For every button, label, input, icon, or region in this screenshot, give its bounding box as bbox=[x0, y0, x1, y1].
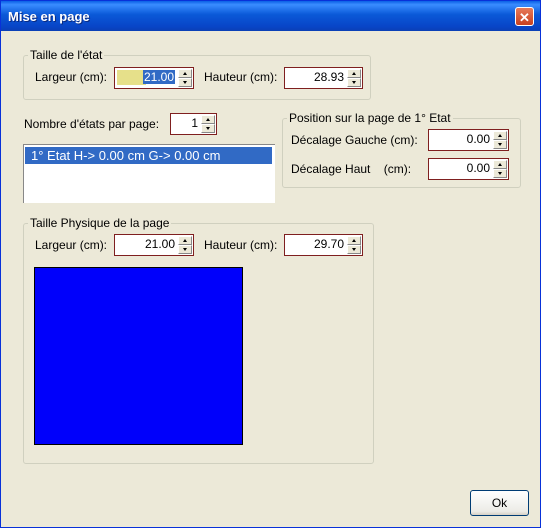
page-width-spin-buttons bbox=[178, 236, 192, 254]
reports-per-page-spinner[interactable]: 1 bbox=[170, 113, 217, 135]
page-setup-dialog: Mise en page ✕ Taille de l'état Largeur … bbox=[0, 0, 541, 528]
top-offset-down-icon[interactable] bbox=[493, 169, 507, 178]
left-offset-label: Décalage Gauche (cm): bbox=[291, 133, 418, 147]
reports-per-page-label: Nombre d'états par page: bbox=[24, 117, 160, 131]
page-preview bbox=[34, 267, 243, 445]
report-height-label: Hauteur (cm): bbox=[204, 70, 278, 84]
report-width-spinner[interactable]: 21.00 bbox=[114, 67, 194, 89]
page-width-label: Largeur (cm): bbox=[35, 238, 108, 252]
close-icon: ✕ bbox=[519, 10, 530, 25]
top-offset-label: Décalage Haut (cm): bbox=[291, 162, 412, 176]
left-offset-spinner[interactable]: 0.00 bbox=[428, 129, 509, 151]
close-button[interactable]: ✕ bbox=[515, 7, 534, 26]
report-size-legend: Taille de l'état bbox=[28, 48, 105, 62]
page-width-spinner[interactable]: 21.00 bbox=[114, 234, 194, 256]
report-width-down-icon[interactable] bbox=[178, 78, 192, 87]
report-height-down-icon[interactable] bbox=[347, 78, 361, 87]
reports-per-page-up-icon[interactable] bbox=[201, 115, 215, 124]
report-height-up-icon[interactable] bbox=[347, 69, 361, 78]
report-height-spin-buttons bbox=[347, 69, 361, 87]
reports-per-page-value: 1 bbox=[191, 116, 198, 130]
left-offset-spin-buttons bbox=[493, 131, 507, 149]
page-height-label: Hauteur (cm): bbox=[204, 238, 278, 252]
report-height-spinner[interactable]: 28.93 bbox=[284, 67, 363, 89]
title-bar[interactable]: Mise en page ✕ bbox=[1, 1, 540, 31]
ok-button[interactable]: Ok bbox=[470, 490, 529, 516]
list-item[interactable]: 1° Etat H-> 0.00 cm G-> 0.00 cm bbox=[25, 147, 272, 164]
position-legend: Position sur la page de 1° Etat bbox=[287, 111, 453, 125]
left-offset-value: 0.00 bbox=[466, 132, 490, 146]
page-width-value: 21.00 bbox=[144, 237, 175, 251]
top-offset-spinner[interactable]: 0.00 bbox=[428, 158, 509, 180]
page-height-spinner[interactable]: 29.70 bbox=[284, 234, 363, 256]
left-offset-down-icon[interactable] bbox=[493, 140, 507, 149]
report-width-spin-buttons bbox=[178, 69, 192, 87]
reports-per-page-down-icon[interactable] bbox=[201, 124, 215, 133]
report-height-value: 28.93 bbox=[313, 70, 344, 84]
top-offset-up-icon[interactable] bbox=[493, 160, 507, 169]
page-height-up-icon[interactable] bbox=[347, 236, 361, 245]
report-width-up-icon[interactable] bbox=[178, 69, 192, 78]
page-width-down-icon[interactable] bbox=[178, 245, 192, 254]
report-positions-list[interactable]: 1° Etat H-> 0.00 cm G-> 0.00 cm bbox=[23, 144, 275, 203]
top-offset-spin-buttons bbox=[493, 160, 507, 178]
left-offset-up-icon[interactable] bbox=[493, 131, 507, 140]
report-width-value-wrap: 21.00 bbox=[115, 70, 177, 85]
physical-size-legend: Taille Physique de la page bbox=[28, 216, 172, 230]
report-width-label: Largeur (cm): bbox=[35, 70, 108, 84]
page-height-down-icon[interactable] bbox=[347, 245, 361, 254]
page-height-spin-buttons bbox=[347, 236, 361, 254]
page-height-value: 29.70 bbox=[313, 237, 344, 251]
top-offset-value: 0.00 bbox=[466, 161, 490, 175]
report-width-value: 21.00 bbox=[142, 70, 175, 84]
page-width-up-icon[interactable] bbox=[178, 236, 192, 245]
window-title: Mise en page bbox=[8, 9, 90, 24]
reports-per-page-spin-buttons bbox=[201, 115, 215, 133]
dialog-client-area: Taille de l'état Largeur (cm): 21.00 Hau… bbox=[4, 31, 537, 524]
